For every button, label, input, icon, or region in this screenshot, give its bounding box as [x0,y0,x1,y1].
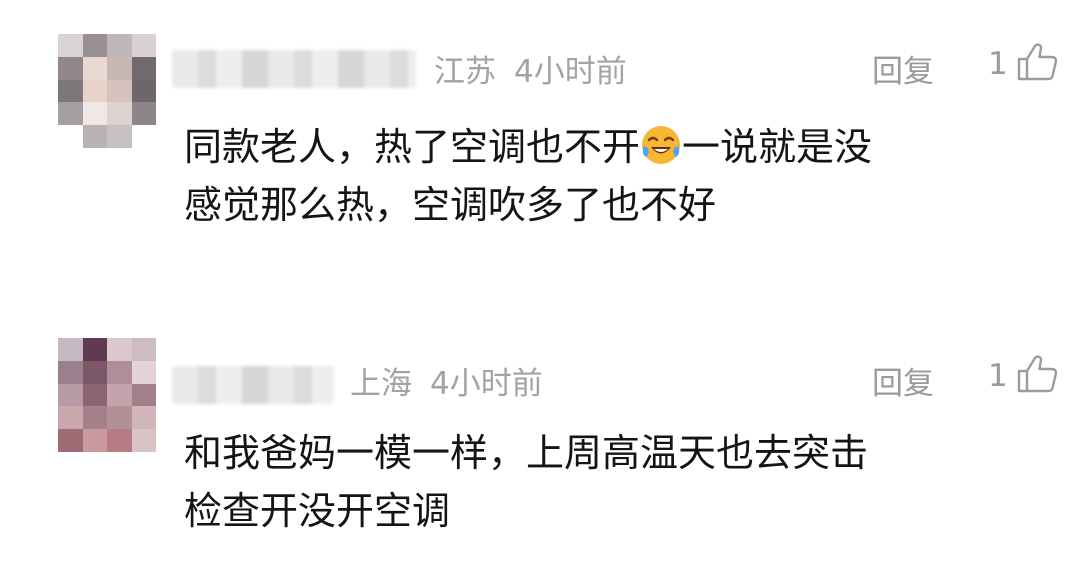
comment-text-line: 和我爸妈一模一样，上周高温天也去突击 [184,431,869,475]
like-count: 1 [988,46,1008,82]
comment-item: 上海 4小时前 回复 1 和我爸妈一模一样，上周高温天也去突击 检查开没开空调 [0,320,1080,576]
username-blurred[interactable] [172,50,416,88]
timestamp: 4小时前 [514,54,627,90]
crying-laughing-emoji [642,126,681,164]
comment-meta: 上海 4小时前 [350,358,543,403]
reply-button[interactable]: 回复 [872,46,934,91]
comment-item: 江苏 4小时前 回复 1 同款老人，热了空调也不开 一说就是没 感觉那么热，空调吹… [0,0,1080,288]
avatar[interactable] [58,338,156,452]
comment-text: 同款老人，热了空调也不开 一说就是没 感觉那么热，空调吹多了也不好 [184,118,1054,234]
comment-meta: 江苏 4小时前 [434,46,627,91]
username-blurred[interactable] [172,366,334,404]
comment-text-line: 检查开没开空调 [184,489,451,533]
like-count: 1 [988,358,1008,394]
location: 江苏 [434,54,496,90]
reply-button[interactable]: 回复 [872,358,934,403]
comment-text-line: 感觉那么热，空调吹多了也不好 [184,183,717,227]
timestamp: 4小时前 [430,366,543,402]
comment-text: 和我爸妈一模一样，上周高温天也去突击 检查开没开空调 [184,424,1054,540]
thumbs-up-icon[interactable] [1016,354,1058,394]
location: 上海 [350,366,412,402]
comment-text-part: 一说就是没 [682,125,873,169]
avatar[interactable] [58,34,156,148]
comment-text-part: 同款老人，热了空调也不开 [184,125,641,169]
thumbs-up-icon[interactable] [1016,42,1058,82]
